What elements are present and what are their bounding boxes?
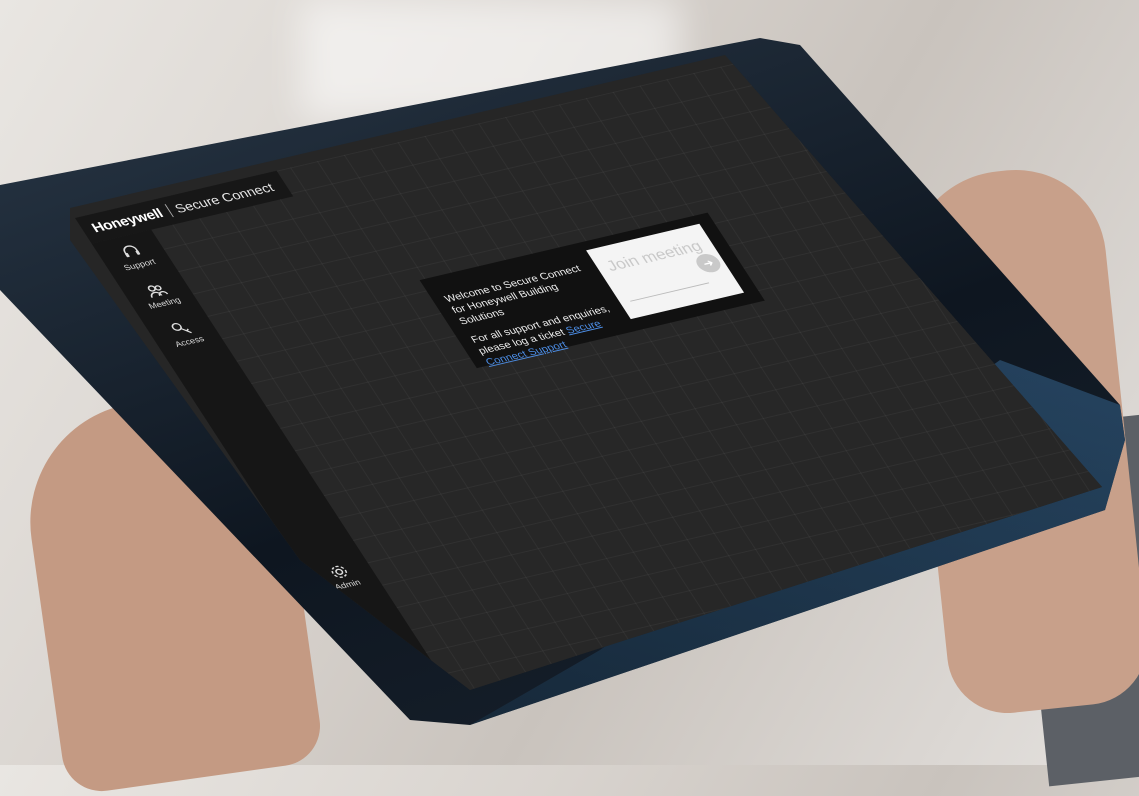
arrow-right-icon: ➜ [699,256,717,270]
sidebar-item-access[interactable]: Access [147,314,222,352]
header-divider [164,204,174,218]
gear-icon [331,565,348,578]
sidebar-item-support[interactable]: Support [97,238,172,276]
tablet: Honeywell Secure Connect Support Meeting… [0,0,1139,765]
key-icon [171,322,192,334]
input-underline [630,282,710,302]
join-meeting-input[interactable]: Join meeting [603,238,706,276]
headset-icon [123,245,141,258]
people-icon [147,285,169,298]
sidebar-item-meeting[interactable]: Meeting [122,276,197,314]
